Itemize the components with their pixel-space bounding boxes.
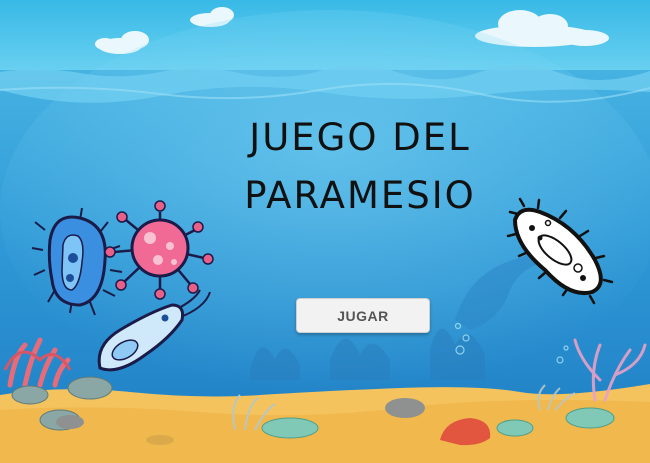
- underwater-background: [0, 0, 650, 463]
- game-title-line-2: PARAMESIO: [244, 174, 476, 217]
- game-title-line-1: JUEGO DEL: [249, 116, 471, 159]
- play-button[interactable]: JUGAR: [296, 298, 430, 333]
